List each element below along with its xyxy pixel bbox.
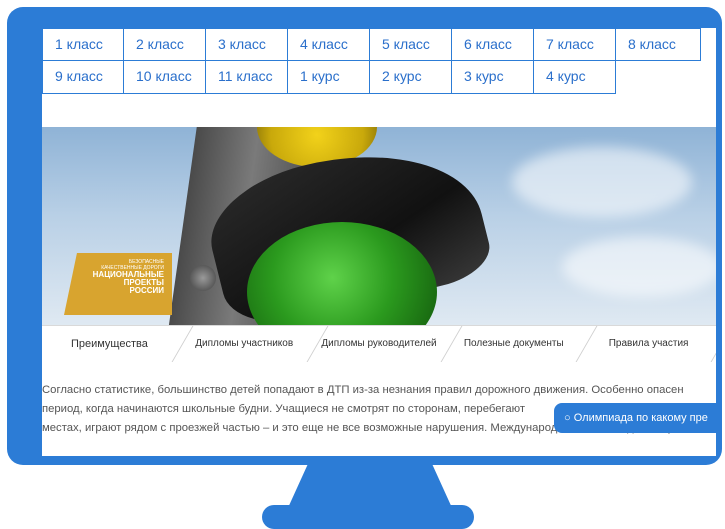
grade-4-link[interactable]: 4 класс [288,28,370,61]
tab-useful-documents[interactable]: Полезные документы [446,326,581,361]
grade-6-link[interactable]: 6 класс [452,28,534,61]
article-line: Согласно статистике, большинство детей п… [42,384,684,396]
olympiad-subject-label: Олимпиада по какому пре [573,412,708,424]
tab-advantages[interactable]: Преимущества [42,326,177,361]
grade-row: 9 класс 10 класс 11 класс 1 курс 2 курс … [42,61,716,94]
course-2-link[interactable]: 2 курс [370,61,452,94]
tab-participation-rules[interactable]: Правила участия [581,326,716,361]
tab-supervisor-diplomas[interactable]: Дипломы руководителей [312,326,447,361]
bolt [190,265,216,291]
course-4-link[interactable]: 4 курс [534,61,616,94]
grade-11-link[interactable]: 11 класс [206,61,288,94]
grade-row: 1 класс 2 класс 3 класс 4 класс 5 класс … [42,28,716,61]
monitor-base [262,505,474,529]
tab-participant-diplomas[interactable]: Дипломы участников [177,326,312,361]
grade-3-link[interactable]: 3 класс [206,28,288,61]
logo-text: РОССИИ [129,286,164,295]
monitor-screen: 1 класс 2 класс 3 класс 4 класс 5 класс … [42,28,716,456]
circle-icon: ○ [564,412,571,424]
grade-5-link[interactable]: 5 класс [370,28,452,61]
grade-9-link[interactable]: 9 класс [42,61,124,94]
cloud [512,147,692,217]
course-1-link[interactable]: 1 курс [288,61,370,94]
grade-1-link[interactable]: 1 класс [42,28,124,61]
section-tabs: Преимущества Дипломы участников Дипломы … [42,325,716,361]
grade-10-link[interactable]: 10 класс [124,61,206,94]
grade-selector: 1 класс 2 класс 3 класс 4 класс 5 класс … [42,28,716,94]
grade-8-link[interactable]: 8 класс [616,28,701,61]
traffic-light-banner: БЕЗОПАСНЫЕ КАЧЕСТВЕННЫЕ ДОРОГИ НАЦИОНАЛЬ… [42,127,716,325]
grade-2-link[interactable]: 2 класс [124,28,206,61]
olympiad-subject-button[interactable]: ○ Олимпиада по какому пре [554,403,716,433]
grade-7-link[interactable]: 7 класс [534,28,616,61]
course-3-link[interactable]: 3 курс [452,61,534,94]
national-projects-logo: БЕЗОПАСНЫЕ КАЧЕСТВЕННЫЕ ДОРОГИ НАЦИОНАЛЬ… [64,253,172,315]
cloud [562,237,716,297]
